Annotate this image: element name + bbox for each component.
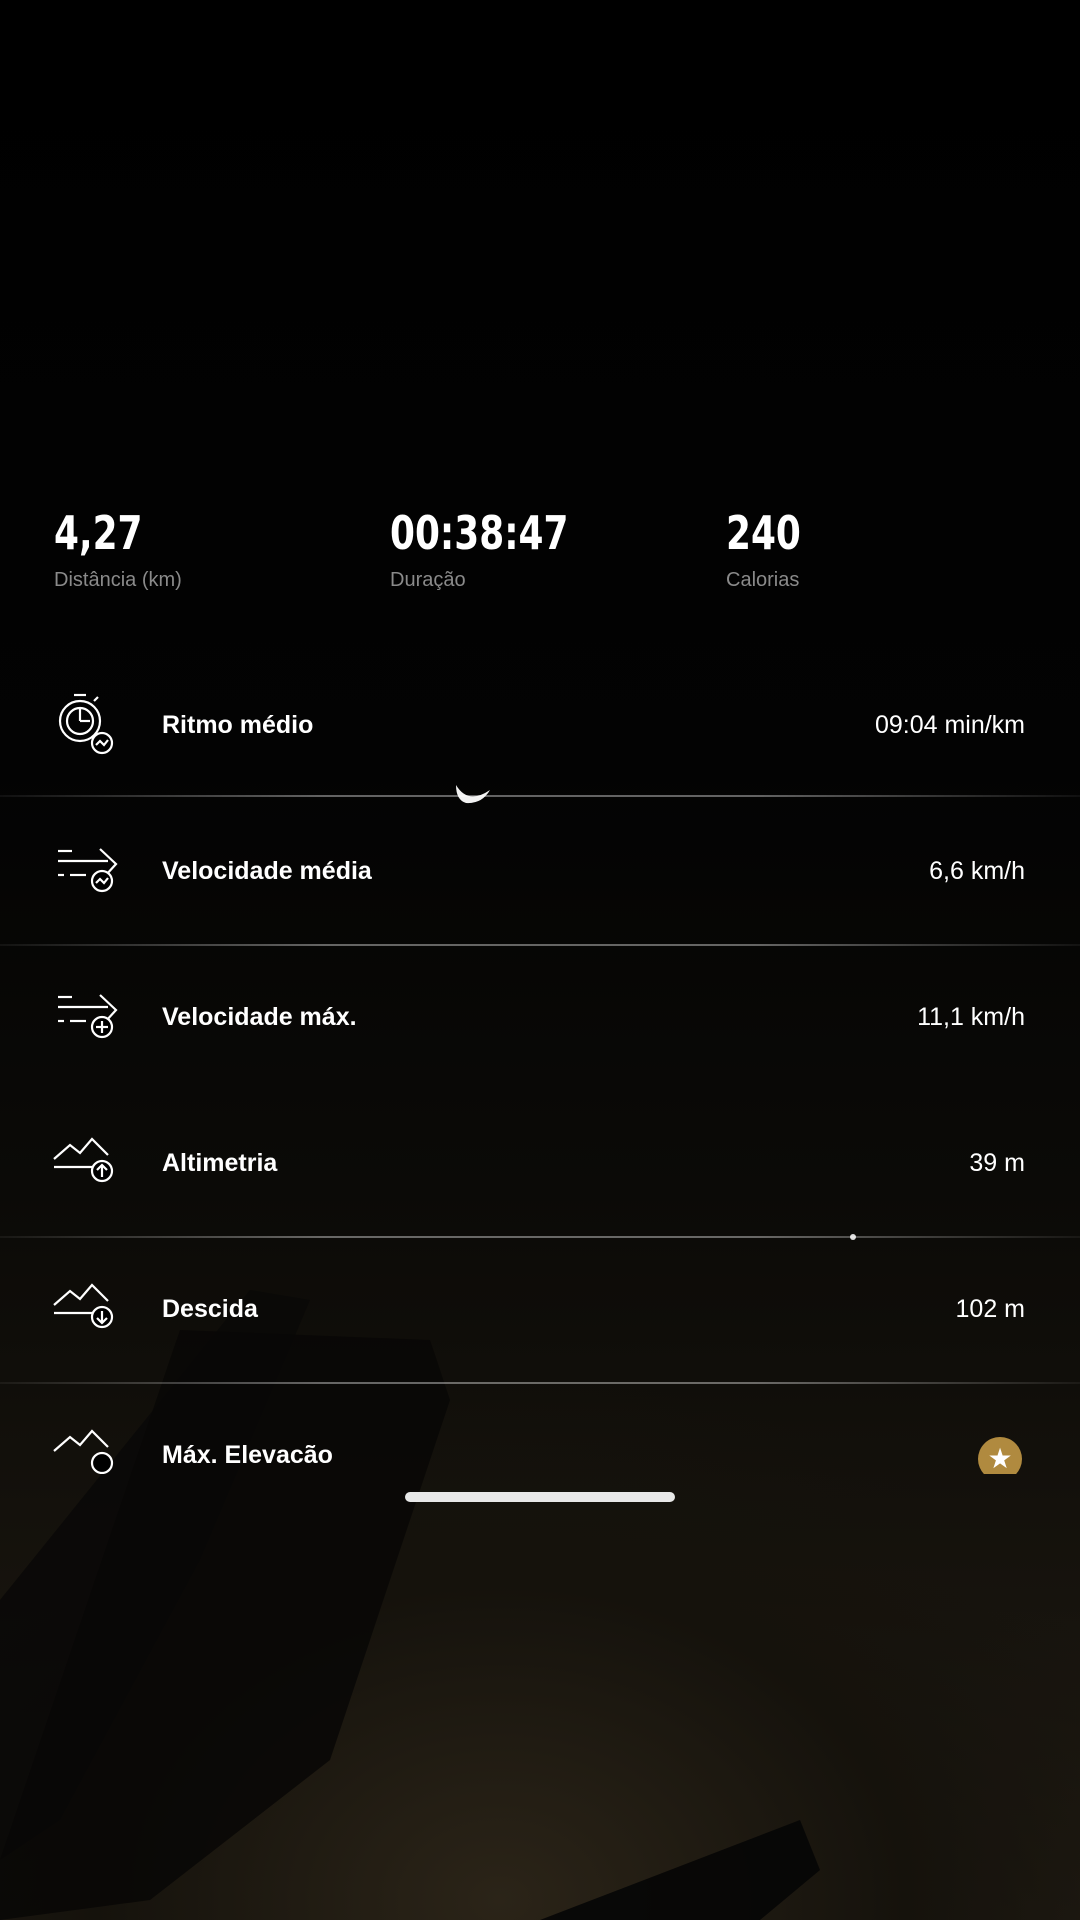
duration-label: Duração: [390, 569, 466, 591]
calories-label: Calorias: [726, 569, 800, 591]
max-elevation-icon: [53, 1429, 114, 1474]
metric-row-elevation-gain[interactable]: Altimetria 39 m: [0, 1090, 1080, 1236]
distance-stat: 4,27 Distância (km): [54, 505, 182, 592]
metric-value: 6,6 km/h: [929, 856, 1025, 885]
metric-name: Velocidade média: [162, 856, 372, 885]
metric-value: 11,1 km/h: [917, 1002, 1025, 1031]
activity-summary: 4,27 Distância (km) 00:38:47 Duração 240…: [0, 505, 1080, 605]
speed-average-icon: [58, 848, 118, 893]
duration-value: 00:38:47: [390, 506, 569, 560]
silhouette-bottom: [540, 1820, 820, 1920]
metric-name: Altimetria: [162, 1148, 278, 1177]
metric-name: Máx. Elevacão: [162, 1440, 333, 1469]
divider: [0, 795, 1080, 797]
metric-row-pace[interactable]: Ritmo médio 09:04 min/km: [0, 652, 1080, 798]
stopwatch-pace-icon: [58, 693, 114, 755]
calories-stat: 240 Calorias: [726, 505, 822, 592]
metric-name: Velocidade máx.: [162, 1002, 357, 1031]
metric-row-avg-speed[interactable]: Velocidade média 6,6 km/h: [0, 798, 1080, 944]
elevation-loss-icon: [53, 1283, 114, 1329]
metric-row-max-elevation[interactable]: Máx. Elevacão ★: [0, 1382, 1080, 1474]
metric-value: 09:04 min/km: [874, 710, 1025, 739]
metric-value: 39 m: [969, 1148, 1025, 1177]
metric-value: 102 m: [955, 1294, 1025, 1323]
metric-row-elevation-loss[interactable]: Descida 102 m: [0, 1236, 1080, 1382]
speed-max-icon: [58, 994, 118, 1039]
elevation-gain-icon: [53, 1137, 114, 1183]
metric-name: Descida: [162, 1294, 258, 1323]
star-badge-icon: ★: [978, 1437, 1022, 1474]
home-indicator[interactable]: [405, 1492, 675, 1502]
distance-value: 4,27: [54, 506, 143, 560]
duration-stat: 00:38:47 Duração: [390, 505, 619, 592]
metric-name: Ritmo médio: [162, 710, 314, 739]
metric-row-max-speed[interactable]: Velocidade máx. 11,1 km/h: [0, 944, 1080, 1090]
distance-label: Distância (km): [54, 569, 182, 591]
metrics-list[interactable]: Ritmo médio 09:04 min/km Velocidade médi…: [0, 652, 1080, 1474]
calories-value: 240: [726, 506, 801, 560]
